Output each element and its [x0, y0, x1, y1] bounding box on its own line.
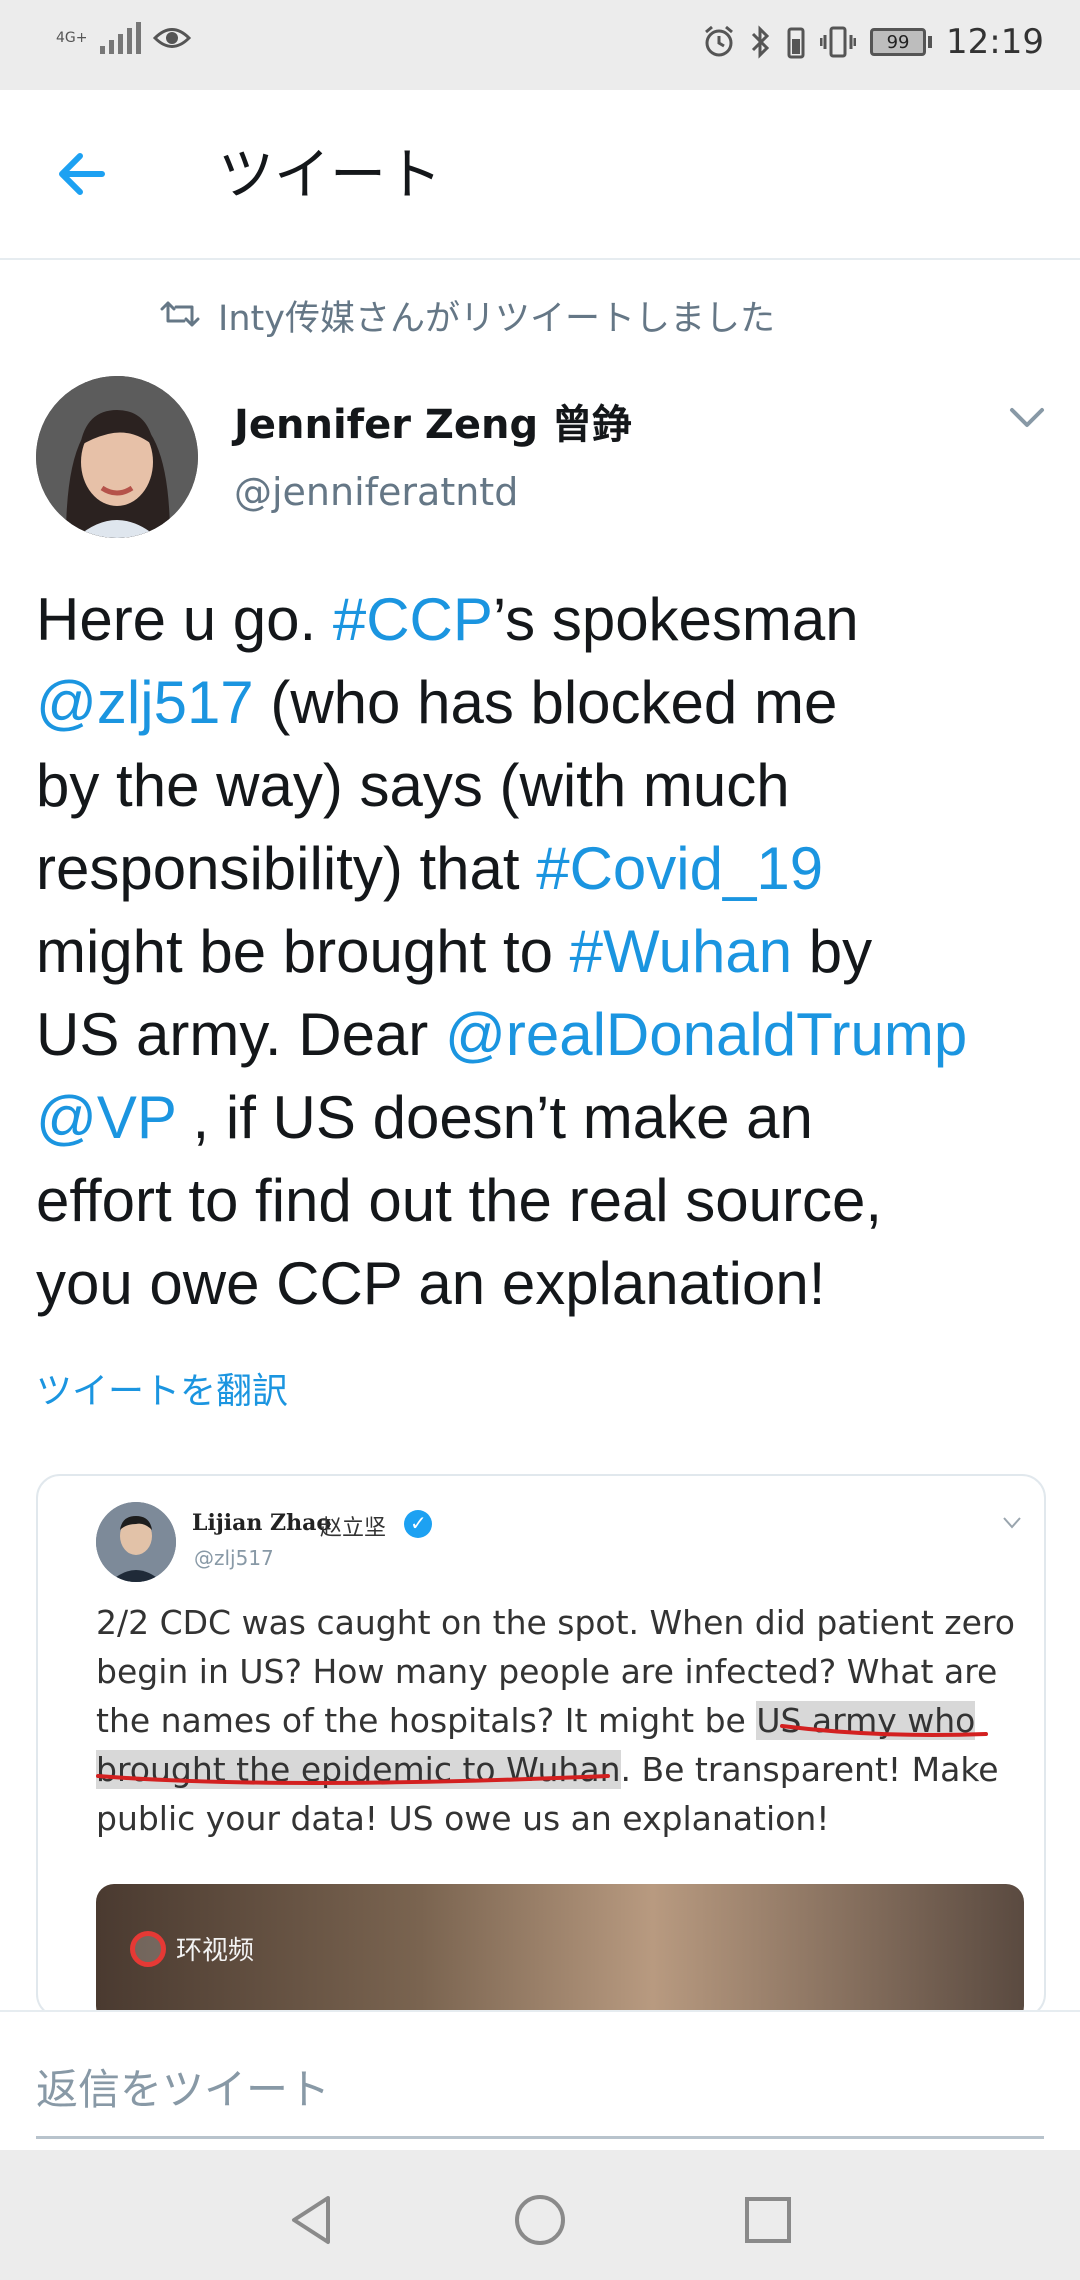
video-logo: 环视频: [130, 1930, 254, 1967]
text-segment: might be brought to: [36, 918, 570, 985]
eye-icon: [152, 25, 191, 51]
signal-icon: [99, 22, 141, 54]
retweet-text: Inty传媒さんがリツイートしました: [218, 299, 775, 339]
text-segment: ’s spokesman: [492, 586, 859, 653]
video-logo-text: 环视频: [176, 1936, 255, 1966]
status-bar: 4G+ 99 12:19: [0, 0, 1080, 90]
text-segment: by the way) says (with much: [36, 752, 790, 819]
nav-recents-button[interactable]: [738, 2190, 798, 2250]
alarm-icon: [702, 25, 736, 59]
nav-home-button[interactable]: [510, 2190, 570, 2250]
system-nav-bar: [0, 2150, 1080, 2280]
mention-link[interactable]: @zlj517: [36, 669, 254, 736]
tweet-line: might be brought to #Wuhan by: [36, 910, 1056, 993]
square-recents-icon: [745, 2197, 791, 2243]
text-segment: US army. Dear: [36, 1001, 445, 1068]
tweet-line: effort to find out the real source,: [36, 1159, 1056, 1242]
hashtag-link[interactable]: #Covid_19: [536, 835, 823, 902]
status-right: 99 12:19: [702, 22, 1044, 62]
page-title: ツイート: [218, 143, 442, 208]
attached-image[interactable]: Lijian Zhao 赵立坚 @zlj517 2/2 CDC was caug…: [36, 1474, 1046, 2018]
tweet-line: responsibility) that #Covid_19: [36, 827, 1056, 910]
tweet-line: @zlj517 (who has blocked me: [36, 661, 1056, 744]
hashtag-link[interactable]: #Wuhan: [570, 918, 792, 985]
chevron-down-icon: [1010, 408, 1044, 427]
battery-level: 99: [886, 32, 910, 53]
text-segment: you owe CCP an explanation!: [36, 1250, 826, 1317]
mention-link[interactable]: @realDonaldTrump: [445, 1001, 967, 1068]
translate-tweet-link[interactable]: ツイートを翻訳: [36, 1362, 288, 1414]
tweet-line: Here u go. #CCP’s spokesman: [36, 578, 1056, 661]
nav-back-button[interactable]: [282, 2190, 342, 2250]
retweet-attribution[interactable]: Inty传媒さんがリツイートしました: [160, 290, 775, 341]
bluetooth-icon: [750, 25, 772, 59]
reply-bar: 返信をツイート: [0, 2010, 1080, 2152]
text-segment: by: [792, 918, 873, 985]
battery-icon: 99: [870, 28, 933, 56]
tweet-line: by the way) says (with much: [36, 744, 1056, 827]
triangle-back-icon: [292, 2196, 330, 2244]
text-segment: , if US doesn’t make an: [175, 1084, 813, 1151]
clock: 12:19: [946, 22, 1044, 62]
tweet-line: you owe CCP an explanation!: [36, 1242, 1056, 1325]
hashtag-link[interactable]: #CCP: [333, 586, 493, 653]
mention-link[interactable]: @VP: [36, 1084, 176, 1151]
text-segment: Here u go.: [36, 586, 333, 653]
status-left: 4G+: [56, 22, 191, 54]
reply-input-underline: [36, 2136, 1044, 2139]
tweet-line: @VP , if US doesn’t make an: [36, 1076, 1056, 1159]
more-menu-button[interactable]: [1008, 404, 1046, 432]
arrow-left-icon: [59, 153, 105, 195]
network-type: 4G+: [56, 30, 88, 46]
avatar[interactable]: [36, 376, 198, 538]
vibrate-icon: [820, 25, 857, 59]
app-header: ツイート: [0, 90, 1080, 260]
quoted-video-thumbnail: 环视频: [96, 1884, 1024, 2016]
text-segment: responsibility) that: [36, 835, 537, 902]
back-button[interactable]: [52, 148, 116, 200]
retweet-icon: [160, 299, 200, 333]
text-segment: (who has blocked me: [253, 669, 838, 736]
author-handle[interactable]: @jenniferatntd: [234, 470, 518, 514]
tweet-line: US army. Dear @realDonaldTrump: [36, 993, 1056, 1076]
battery-saver-icon: [786, 25, 806, 59]
reply-input[interactable]: 返信をツイート: [36, 2056, 330, 2117]
author-name[interactable]: Jennifer Zeng 曾錚: [234, 392, 632, 450]
tweet-text: Here u go. #CCP’s spokesman @zlj517 (who …: [36, 578, 1056, 1325]
circle-home-icon: [515, 2195, 565, 2245]
text-segment: effort to find out the real source,: [36, 1167, 883, 1234]
